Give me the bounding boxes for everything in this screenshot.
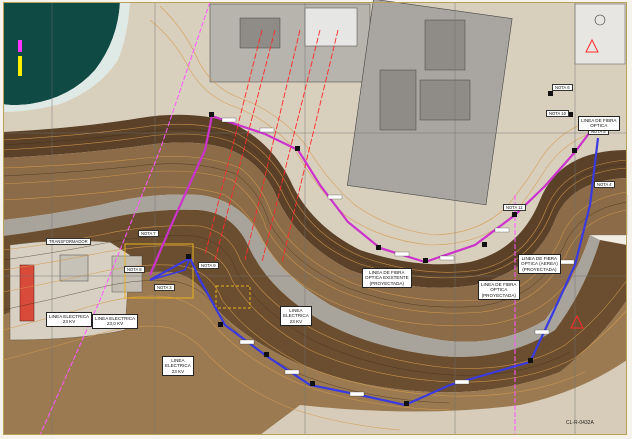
label-nota4: NOTA 4 <box>594 181 615 188</box>
label-nota7: NOTA 7 <box>138 230 159 237</box>
label-transformador: TRANSFORMADOR <box>46 238 91 245</box>
label-linea-fibra-optica: LINEA DE FIBRA OPTICA <box>578 116 620 131</box>
label-nota3: NOTA 3 <box>154 284 175 291</box>
label-linea-fibra-existente: LINEA DE FIBRA OPTICA EXISTENTE (PROYECT… <box>362 268 412 289</box>
label-nota11: NOTA 11 <box>503 204 526 211</box>
map-frame <box>3 2 627 435</box>
label-linea-electrica-d: LINEA ELECTRICA 23 KV <box>162 356 194 377</box>
sheet-reference: CL-R-0432A <box>566 420 594 426</box>
label-linea-electrica-a: LINEA ELECTRICA 23,0 KV <box>92 314 139 329</box>
label-nota10: NOTA 10 <box>546 110 569 117</box>
map-sheet: TRANSFORMADOR NOTA 7 NOTA 8 NOTA 9 NOTA … <box>0 0 632 439</box>
label-linea-fibra-aerea: LINEA DE FIBRA OPTICA (AEREA) (PROYECTAD… <box>518 254 561 275</box>
label-linea-electrica-c: LINEA ELECTRICA 23 KV <box>280 306 312 327</box>
label-linea-electrica-b: LINEA ELECTRICA 23 KV <box>46 312 93 327</box>
label-nota8: NOTA 8 <box>124 266 145 273</box>
label-nota6: NOTA 6 <box>552 84 573 91</box>
label-linea-fibra-proyectada: LINEA DE FIBRA OPTICA (PROYECTADA) <box>478 280 520 301</box>
label-nota9: NOTA 9 <box>198 262 219 269</box>
